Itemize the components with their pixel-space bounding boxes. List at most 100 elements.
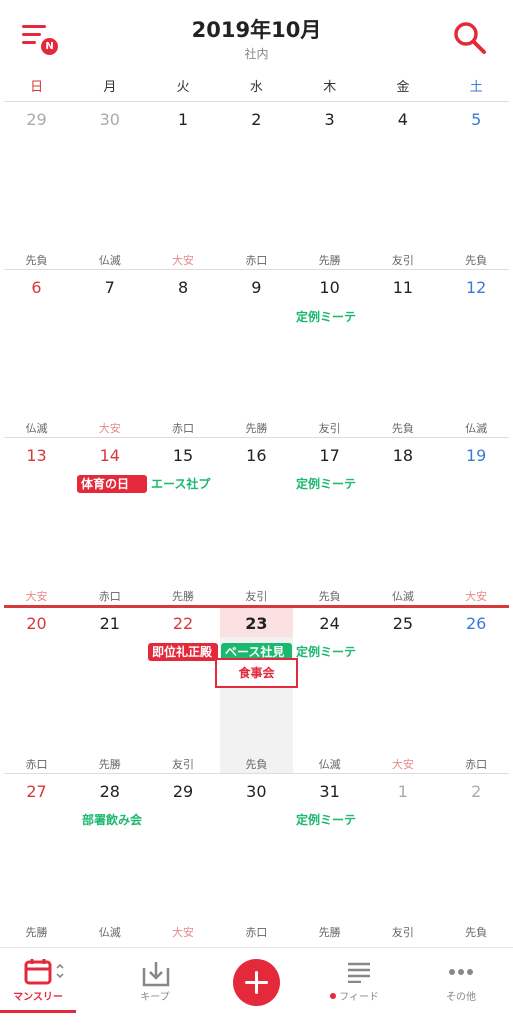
plus-icon[interactable] [233, 959, 280, 1006]
rokuyo-label: 仏滅 [25, 422, 48, 435]
rokuyo-label: 友引 [391, 254, 414, 267]
event-chip[interactable]: 定例ミーテ [296, 643, 364, 661]
tab-label: キープ [140, 992, 170, 1003]
day-cell-number[interactable]: 23 [220, 614, 293, 633]
rokuyo-label: 友引 [391, 926, 414, 939]
tab-keep[interactable]: キープ [105, 948, 205, 1025]
day-cell-number[interactable]: 30 [220, 782, 293, 801]
day-cell-number[interactable]: 1 [366, 782, 439, 801]
rokuyo-label: 大安 [25, 590, 48, 603]
day-cell-number[interactable]: 22 [147, 614, 220, 633]
day-cell-number[interactable]: 15 [147, 446, 220, 465]
day-cell-number[interactable]: 9 [220, 278, 293, 297]
weekday-label: 火 [176, 80, 190, 95]
weekday-label: 金 [396, 80, 410, 95]
rokuyo-label: 先負 [318, 590, 341, 603]
day-cell-number[interactable]: 18 [366, 446, 439, 465]
rokuyo-label: 先負 [25, 254, 48, 267]
weekday-label: 木 [323, 80, 337, 95]
event-chip[interactable]: 定例ミーテ [296, 475, 364, 493]
rokuyo-label: 先勝 [25, 926, 48, 939]
day-cell-number[interactable]: 30 [73, 110, 146, 129]
day-cell-number[interactable]: 2 [440, 782, 513, 801]
tab-bar: マンスリー キープ フィード その他 [0, 947, 513, 1025]
keep-download-icon [142, 962, 170, 987]
event-chip[interactable]: 定例ミーテ [296, 811, 364, 829]
weekday-header: 日 月 火 水 木 金 土 [0, 76, 513, 98]
rokuyo-label: 先負 [465, 254, 488, 267]
day-cell-number[interactable]: 20 [0, 614, 73, 633]
day-cell-number[interactable]: 29 [147, 782, 220, 801]
day-cell-number[interactable]: 31 [293, 782, 366, 801]
day-cell-number[interactable]: 7 [73, 278, 146, 297]
rokuyo-label: 大安 [172, 254, 195, 267]
rokuyo-label: 仏滅 [98, 926, 121, 939]
day-cell-number[interactable]: 4 [366, 110, 439, 129]
event-chip[interactable]: エース社プ [151, 475, 219, 493]
rokuyo-label: 友引 [172, 758, 195, 771]
day-cell-number[interactable]: 11 [366, 278, 439, 297]
rokuyo-label: 赤口 [245, 254, 268, 267]
day-cell-number[interactable]: 29 [0, 110, 73, 129]
tab-feed[interactable]: フィード [309, 948, 409, 1025]
feed-lines-icon [348, 962, 370, 983]
day-cell-number[interactable]: 13 [0, 446, 73, 465]
rokuyo-label: 先勝 [245, 422, 268, 435]
rokuyo-label: 友引 [245, 590, 268, 603]
tab-label: フィード [339, 992, 379, 1003]
row-divider [4, 437, 509, 438]
day-cell-number[interactable]: 21 [73, 614, 146, 633]
row-divider [4, 269, 509, 270]
more-dots-icon [449, 969, 473, 975]
day-cell-number[interactable]: 10 [293, 278, 366, 297]
day-cell-number[interactable]: 24 [293, 614, 366, 633]
rokuyo-label: 仏滅 [318, 758, 341, 771]
day-cell-number[interactable]: 2 [220, 110, 293, 129]
event-chip[interactable]: 部署飲み会 [82, 811, 152, 829]
tab-monthly[interactable]: マンスリー [0, 948, 76, 1025]
day-cell-number[interactable]: 1 [147, 110, 220, 129]
rokuyo-label: 大安 [391, 758, 414, 771]
rokuyo-label: 赤口 [98, 590, 121, 603]
rokuyo-label: 大安 [172, 926, 195, 939]
rokuyo-label: 仏滅 [98, 254, 121, 267]
rokuyo-label: 友引 [318, 422, 341, 435]
rokuyo-label: 仏滅 [465, 422, 488, 435]
search-icon[interactable] [452, 20, 488, 56]
day-cell-number[interactable]: 17 [293, 446, 366, 465]
event-chip-selected[interactable]: 食事会 [215, 658, 298, 688]
day-cell-number[interactable]: 27 [0, 782, 73, 801]
rokuyo-label: 赤口 [245, 926, 268, 939]
row-divider [4, 773, 509, 774]
rokuyo-label: 先勝 [318, 254, 341, 267]
feed-unread-dot [330, 993, 336, 999]
day-cell-number[interactable]: 19 [440, 446, 513, 465]
rokuyo-label: 赤口 [172, 422, 195, 435]
header: N 2019年10月 社内 [0, 0, 513, 70]
event-chip[interactable]: 体育の日 [77, 475, 147, 493]
rokuyo-label: 大安 [98, 422, 121, 435]
day-cell-number[interactable]: 16 [220, 446, 293, 465]
page-title[interactable]: 2019年10月 [0, 14, 513, 44]
weekday-label: 土 [469, 80, 483, 95]
day-cell-number[interactable]: 14 [73, 446, 146, 465]
day-cell-number[interactable]: 12 [440, 278, 513, 297]
day-cell-number[interactable]: 8 [147, 278, 220, 297]
rokuyo-label: 先負 [465, 926, 488, 939]
weekday-label: 日 [30, 80, 44, 95]
event-chip[interactable]: 定例ミーテ [296, 308, 364, 326]
day-cell-number[interactable]: 6 [0, 278, 73, 297]
day-cell-number[interactable]: 5 [440, 110, 513, 129]
tab-more[interactable]: その他 [411, 948, 511, 1025]
rokuyo-label: 先勝 [172, 590, 195, 603]
day-cell-number[interactable]: 26 [440, 614, 513, 633]
row-divider [4, 101, 509, 102]
event-chip[interactable]: 即位礼正殿 [148, 643, 218, 661]
calendar-icon [24, 959, 64, 985]
rokuyo-label: 先勝 [98, 758, 121, 771]
day-cell-number[interactable]: 25 [366, 614, 439, 633]
day-cell-number[interactable]: 3 [293, 110, 366, 129]
calendar-name: 社内 [244, 47, 269, 61]
day-cell-number[interactable]: 28 [73, 782, 146, 801]
weekday-label: 月 [103, 80, 117, 95]
